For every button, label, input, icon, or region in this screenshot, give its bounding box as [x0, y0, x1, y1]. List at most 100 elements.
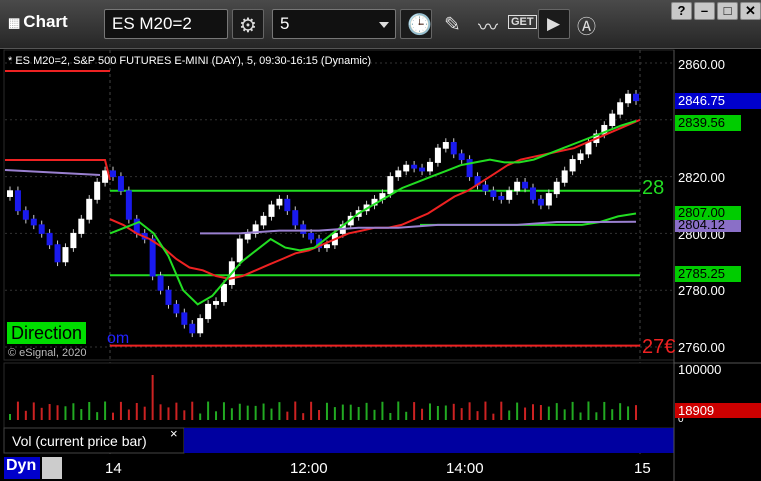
price-tick: 2820.00 — [678, 170, 725, 185]
time-tick: 15 — [634, 460, 651, 477]
get-button[interactable]: GET — [506, 9, 538, 39]
candle-body — [466, 159, 473, 178]
alert-button[interactable]: Ⓐ — [572, 9, 604, 39]
time-button[interactable]: 🕒 — [400, 9, 432, 39]
candle-body — [545, 193, 552, 206]
candle-body — [284, 198, 291, 212]
dyn-settings-icon[interactable] — [42, 457, 62, 479]
candle — [86, 195, 93, 224]
candle-body — [537, 198, 544, 206]
candle-body — [411, 164, 418, 169]
candle-body — [117, 176, 124, 192]
symbol-combo[interactable]: ES M20=2 — [104, 9, 228, 39]
time-tick: 14 — [105, 460, 122, 477]
candle-body — [244, 232, 251, 240]
minimize-button[interactable]: – — [694, 2, 715, 20]
candle-body — [323, 244, 330, 249]
dyn-button[interactable]: Dyn — [4, 457, 40, 479]
candle-body — [577, 153, 584, 161]
restore-button[interactable]: □ — [717, 2, 738, 20]
candle-body — [205, 303, 212, 320]
interval-combo[interactable]: 5 — [272, 9, 396, 39]
candle-body — [522, 181, 529, 189]
candle-body — [7, 190, 13, 197]
candle-body — [617, 102, 624, 115]
candle-body — [633, 93, 639, 102]
price-tick: 2760.00 — [678, 340, 725, 355]
chart-canvas[interactable] — [0, 0, 761, 481]
candle — [466, 155, 473, 181]
close-button[interactable]: ✕ — [740, 2, 761, 20]
candle-body — [553, 181, 560, 195]
candle-body — [514, 181, 521, 192]
candle-body — [110, 170, 117, 178]
candle-body — [403, 164, 410, 172]
minimize-icon: – — [700, 3, 709, 18]
study-button[interactable]: 〰 — [472, 9, 504, 39]
candle-body — [569, 159, 576, 172]
candle-body — [189, 323, 196, 334]
candle-body — [54, 244, 61, 263]
candle-body — [62, 247, 69, 263]
candle-body — [22, 210, 29, 220]
candle-body — [490, 190, 497, 197]
candle-body — [173, 303, 180, 314]
time-tick: 12:00 — [290, 460, 328, 477]
candle — [125, 186, 132, 224]
candle-body — [292, 210, 299, 226]
play-button[interactable]: ▶ — [538, 9, 570, 39]
candle-body — [30, 218, 37, 226]
gear-icon: ⚙ — [239, 15, 257, 37]
candle-body — [387, 176, 394, 195]
candle-body — [506, 190, 513, 200]
vol-flag: 18909 — [675, 403, 761, 418]
price-tick: 2860.00 — [678, 57, 725, 72]
time-tick: 14:00 — [446, 460, 484, 477]
candle — [14, 186, 21, 215]
price-tick: 2780.00 — [678, 283, 725, 298]
window-title: ▦ Chart — [8, 12, 68, 31]
candle-body — [86, 198, 93, 220]
price-flag: 2807.00 — [675, 206, 741, 220]
candle-body — [220, 284, 227, 303]
candle-body — [482, 184, 489, 192]
symbol-settings-button[interactable]: ⚙ — [232, 9, 264, 39]
candle-body — [70, 232, 77, 249]
header-underline — [5, 70, 110, 72]
vol-label: Vol (current price bar) — [12, 433, 147, 449]
candle-body — [197, 318, 204, 334]
level-label-upper: 28 — [642, 177, 665, 199]
candle-body — [125, 190, 132, 220]
candle-body — [529, 187, 536, 200]
candle-body — [450, 142, 457, 155]
candle-body — [585, 142, 592, 155]
candle-body — [419, 167, 426, 172]
candle-body — [426, 161, 433, 172]
candle-body — [395, 170, 402, 178]
copyright: © eSignal, 2020 — [8, 347, 87, 359]
pencil-icon: ✎ — [444, 14, 461, 36]
draw-button[interactable]: ✎ — [438, 9, 470, 39]
candle-body — [236, 238, 243, 263]
price-flag: 2839.56 — [675, 115, 741, 131]
candle — [54, 240, 61, 267]
candle-body — [78, 218, 85, 234]
play-icon: ▶ — [547, 14, 561, 33]
candle-body — [149, 238, 156, 277]
chevron-down-icon — [379, 22, 389, 28]
candle-body — [498, 195, 505, 200]
vol-tick: 100000 — [678, 362, 722, 377]
study-icon: 〰 — [478, 17, 498, 39]
price-flag: 2785.25 — [675, 266, 741, 282]
candle-body — [157, 275, 164, 291]
candle-body — [308, 232, 315, 240]
chart-icon: ▦ — [8, 15, 21, 30]
help-button[interactable]: ? — [671, 2, 692, 20]
level-label-lower: 27€ — [642, 336, 676, 358]
candle-body — [102, 170, 109, 183]
partial-label: om — [107, 330, 130, 347]
candle-body — [442, 142, 449, 149]
close-icon[interactable]: × — [170, 426, 178, 441]
candle-body — [94, 181, 101, 200]
direction-label: Direction — [7, 322, 87, 344]
